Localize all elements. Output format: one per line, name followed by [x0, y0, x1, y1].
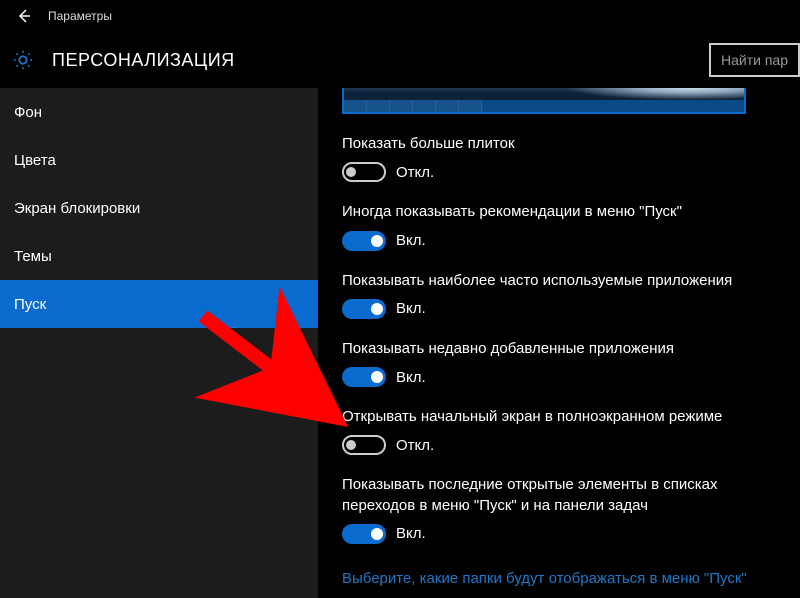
- content-pane: Показать больше плиток Откл. Иногда показы…: [318, 88, 800, 598]
- setting-label: Показывать наиболее часто используемые п…: [342, 271, 762, 291]
- window-title: Параметры: [48, 9, 112, 23]
- setting-label: Показывать последние открытые элементы в…: [342, 475, 762, 516]
- sidebar-item-2[interactable]: Экран блокировки: [0, 184, 318, 232]
- header: ПЕРСОНАЛИЗАЦИЯ Найти пар: [0, 32, 800, 88]
- toggle-row: Откл.: [342, 435, 800, 455]
- arrow-left-icon: [16, 8, 32, 24]
- toggle-switch[interactable]: [342, 435, 386, 455]
- page-title: ПЕРСОНАЛИЗАЦИЯ: [52, 50, 235, 71]
- setting-label: Открывать начальный экран в полноэкранно…: [342, 407, 762, 427]
- toggle-switch[interactable]: [342, 231, 386, 251]
- sidebar-item-label: Пуск: [14, 296, 46, 313]
- toggle-state-label: Вкл.: [396, 300, 426, 317]
- toggle-knob: [346, 167, 356, 177]
- toggle-switch[interactable]: [342, 299, 386, 319]
- sidebar-item-3[interactable]: Темы: [0, 232, 318, 280]
- sidebar-item-label: Экран блокировки: [14, 200, 140, 217]
- setting-5: Показывать последние открытые элементы в…: [342, 475, 800, 544]
- settings-window: Параметры ПЕРСОНАЛИЗАЦИЯ Найти пар Фон Цв…: [0, 0, 800, 598]
- setting-label: Показать больше плиток: [342, 134, 762, 154]
- toggle-row: Вкл.: [342, 367, 800, 387]
- toggle-knob: [346, 440, 356, 450]
- toggle-state-label: Вкл.: [396, 369, 426, 386]
- setting-label: Иногда показывать рекомендации в меню "П…: [342, 202, 762, 222]
- gear-icon: [12, 49, 34, 71]
- setting-0: Показать больше плиток Откл.: [342, 134, 800, 182]
- back-button[interactable]: [0, 0, 48, 32]
- start-preview-image: [342, 88, 746, 114]
- setting-1: Иногда показывать рекомендации в меню "П…: [342, 202, 800, 250]
- toggle-switch[interactable]: [342, 367, 386, 387]
- toggle-state-label: Вкл.: [396, 525, 426, 542]
- sidebar-item-1[interactable]: Цвета: [0, 136, 318, 184]
- sidebar-item-0[interactable]: Фон: [0, 88, 318, 136]
- toggle-state-label: Вкл.: [396, 232, 426, 249]
- sidebar-item-label: Темы: [14, 248, 52, 265]
- body: Фон Цвета Экран блокировки Темы Пуск Показат…: [0, 88, 800, 598]
- setting-label: Показывать недавно добавленные приложени…: [342, 339, 762, 359]
- sidebar-item-4[interactable]: Пуск: [0, 280, 318, 328]
- toggle-row: Вкл.: [342, 231, 800, 251]
- setting-2: Показывать наиболее часто используемые п…: [342, 271, 800, 319]
- sidebar: Фон Цвета Экран блокировки Темы Пуск: [0, 88, 318, 598]
- toggle-row: Вкл.: [342, 299, 800, 319]
- setting-3: Показывать недавно добавленные приложени…: [342, 339, 800, 387]
- toggle-row: Вкл.: [342, 524, 800, 544]
- toggle-knob: [371, 528, 383, 540]
- toggle-knob: [371, 235, 383, 247]
- toggle-knob: [371, 371, 383, 383]
- toggle-switch[interactable]: [342, 162, 386, 182]
- toggle-row: Откл.: [342, 162, 800, 182]
- toggle-state-label: Откл.: [396, 437, 434, 454]
- setting-4: Открывать начальный экран в полноэкранно…: [342, 407, 800, 455]
- search-placeholder: Найти пар: [721, 52, 788, 68]
- sidebar-item-label: Цвета: [14, 152, 56, 169]
- toggle-switch[interactable]: [342, 524, 386, 544]
- search-input[interactable]: Найти пар: [709, 43, 800, 77]
- toggle-knob: [371, 303, 383, 315]
- toggle-state-label: Откл.: [396, 164, 434, 181]
- choose-folders-link[interactable]: Выберите, какие папки будут отображаться…: [342, 570, 762, 587]
- sidebar-item-label: Фон: [14, 104, 42, 121]
- title-bar: Параметры: [0, 0, 800, 32]
